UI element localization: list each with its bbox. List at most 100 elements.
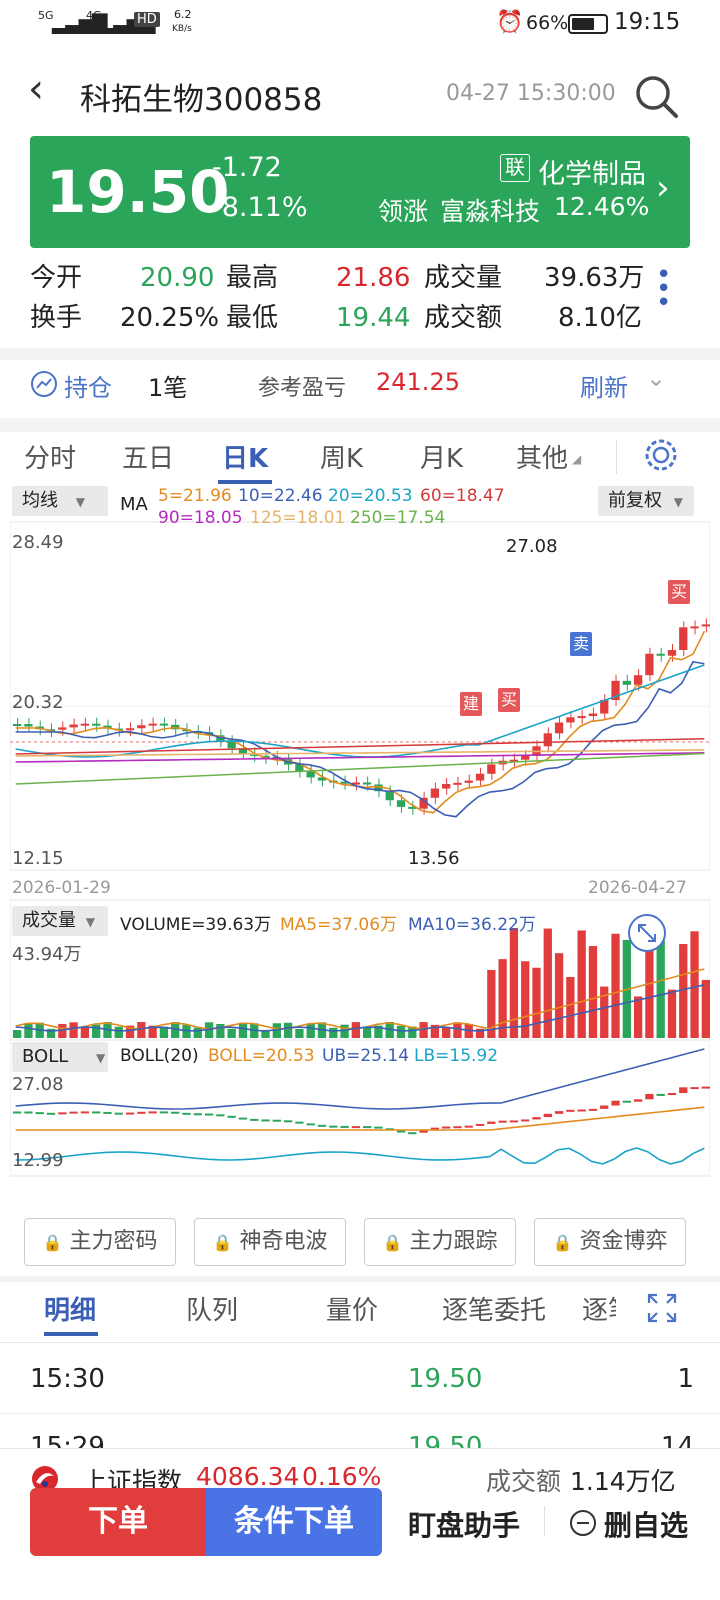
volume-bar	[238, 1022, 248, 1038]
sell-tag[interactable]: 卖	[570, 632, 592, 656]
build-position-tag[interactable]: 建	[460, 692, 482, 716]
tab-queue[interactable]: 队列	[186, 1290, 238, 1327]
tool-main-tracking[interactable]: 🔒 主力跟踪	[364, 1218, 516, 1266]
volume-bar	[667, 989, 677, 1038]
tab-order-by-order[interactable]: 逐笔委托	[442, 1290, 546, 1327]
ma60-value: 60=18.47	[420, 486, 505, 506]
y-axis-bottom: 12.15	[12, 848, 64, 869]
low-price-label: 13.56	[408, 848, 460, 869]
remove-watchlist-icon[interactable]	[568, 1508, 598, 1538]
boll-candle	[633, 1099, 643, 1102]
tick-price: 19.50	[408, 1364, 483, 1394]
boll-candle	[622, 1100, 631, 1103]
tool-fund-game[interactable]: 🔒 资金博弈	[534, 1218, 686, 1266]
chevron-right-icon: ›	[656, 168, 670, 208]
candle	[385, 791, 394, 801]
remove-watchlist-button[interactable]: 删自选	[604, 1504, 688, 1544]
tab-weekly-k[interactable]: 周K	[320, 438, 363, 475]
boll-candle	[554, 1111, 564, 1114]
holdings-chart-icon	[31, 371, 57, 397]
boll-candle	[171, 1111, 180, 1114]
tab-active-indicator	[218, 480, 272, 484]
indicator-select-volume[interactable]: 成交量 ▼	[12, 906, 108, 936]
settings-gear-icon[interactable]	[642, 436, 680, 474]
ma-label: MA	[120, 494, 148, 515]
candle	[566, 717, 575, 723]
candle	[363, 782, 372, 785]
candle	[633, 675, 643, 685]
candle	[656, 653, 665, 656]
boll-candle	[667, 1093, 677, 1096]
ma250-value: 250=17.54	[350, 508, 446, 528]
boll-candle	[238, 1117, 248, 1120]
volume-bar	[24, 1023, 33, 1038]
boll-candle	[566, 1109, 575, 1112]
boll-candle	[182, 1112, 191, 1115]
candle	[69, 724, 78, 728]
candle	[577, 716, 586, 719]
volume-bar	[193, 1027, 202, 1038]
tab-daily-k[interactable]: 日K	[222, 438, 268, 475]
fullscreen-icon[interactable]	[646, 1292, 678, 1324]
tool-main-password[interactable]: 🔒 主力密码	[24, 1218, 176, 1266]
volume-bar	[114, 1026, 123, 1038]
stat-low-label: 最低	[226, 303, 279, 333]
stat-open-value: 20.90	[140, 263, 215, 293]
chevron-down-icon[interactable]: ⌄	[646, 364, 666, 392]
conditional-order-button[interactable]: 条件下单	[206, 1488, 382, 1556]
leader-label: 领涨	[378, 197, 429, 226]
tab-intraday[interactable]: 分时	[24, 438, 76, 475]
stat-amount-value: 8.10亿	[558, 303, 642, 333]
order-button[interactable]: 下单	[30, 1488, 206, 1556]
tab-detail[interactable]: 明细	[44, 1290, 96, 1327]
candle	[430, 788, 440, 798]
boll-candle	[159, 1111, 169, 1114]
tool-magic-wave[interactable]: 🔒 神奇电波	[194, 1218, 346, 1266]
candle	[667, 650, 677, 656]
more-dots-icon[interactable]: • • •	[656, 262, 671, 316]
indicator-select-ma[interactable]: 均线 ▼	[12, 486, 108, 516]
holdings-bar: 持仓 1笔 参考盈亏 241.25 刷新 ⌄	[0, 364, 720, 418]
expand-chart-icon[interactable]	[626, 912, 668, 954]
boll-y-top: 27.08	[12, 1074, 64, 1095]
candle	[13, 724, 22, 726]
volume-bar	[396, 1025, 406, 1038]
volume-bar	[633, 996, 643, 1038]
adjust-select[interactable]: 前复权 ▼	[598, 486, 694, 516]
boll-candle	[487, 1121, 496, 1124]
tab-other[interactable]: 其他	[516, 438, 568, 475]
candle	[58, 727, 67, 730]
search-icon[interactable]	[632, 72, 680, 120]
boll-candle	[216, 1114, 225, 1117]
holdings-label[interactable]: 持仓	[64, 368, 112, 403]
tab-5day[interactable]: 五日	[122, 438, 174, 475]
refresh-button[interactable]: 刷新	[580, 368, 628, 403]
index-amount-label: 成交额	[486, 1467, 562, 1496]
buy-tag-1[interactable]: 买	[498, 688, 520, 712]
boll-candle	[701, 1086, 710, 1089]
boll-name: BOLL(20)	[120, 1046, 199, 1066]
ma10-line	[15, 660, 705, 818]
boll-y-bottom: 12.99	[12, 1150, 64, 1171]
boll-candle	[498, 1120, 507, 1123]
tab-tick-by-tick[interactable]: 逐笔	[582, 1290, 616, 1327]
stat-open-label: 今开	[30, 263, 83, 293]
tab-monthly-k[interactable]: 月K	[420, 438, 463, 475]
indicator-select-boll[interactable]: BOLL ▼	[12, 1042, 108, 1072]
boll-candle	[283, 1120, 293, 1123]
boll-candle	[351, 1126, 360, 1129]
status-bar: 5G ▂▃▅▇ 4G ▂▃▅▇ HD 6.2 KB/s ⏰ 66% 19:15	[0, 0, 720, 46]
boll-candle	[396, 1130, 406, 1133]
ma60-line	[15, 737, 705, 755]
volume-bar	[566, 976, 575, 1038]
candle	[645, 653, 654, 676]
buy-tag-2[interactable]: 买	[668, 580, 690, 604]
back-icon[interactable]: ‹	[28, 66, 44, 112]
monitor-assistant-button[interactable]: 盯盘助手	[408, 1504, 520, 1544]
boll-candle	[577, 1109, 586, 1112]
tab-volume-price[interactable]: 量价	[326, 1290, 378, 1327]
candle	[24, 724, 33, 727]
candle	[464, 780, 473, 783]
volume-bar	[701, 979, 710, 1038]
price-card[interactable]: 19.50 -1.72 -8.11% 联 化学制品 领涨 富淼科技 12.46%…	[30, 136, 690, 248]
